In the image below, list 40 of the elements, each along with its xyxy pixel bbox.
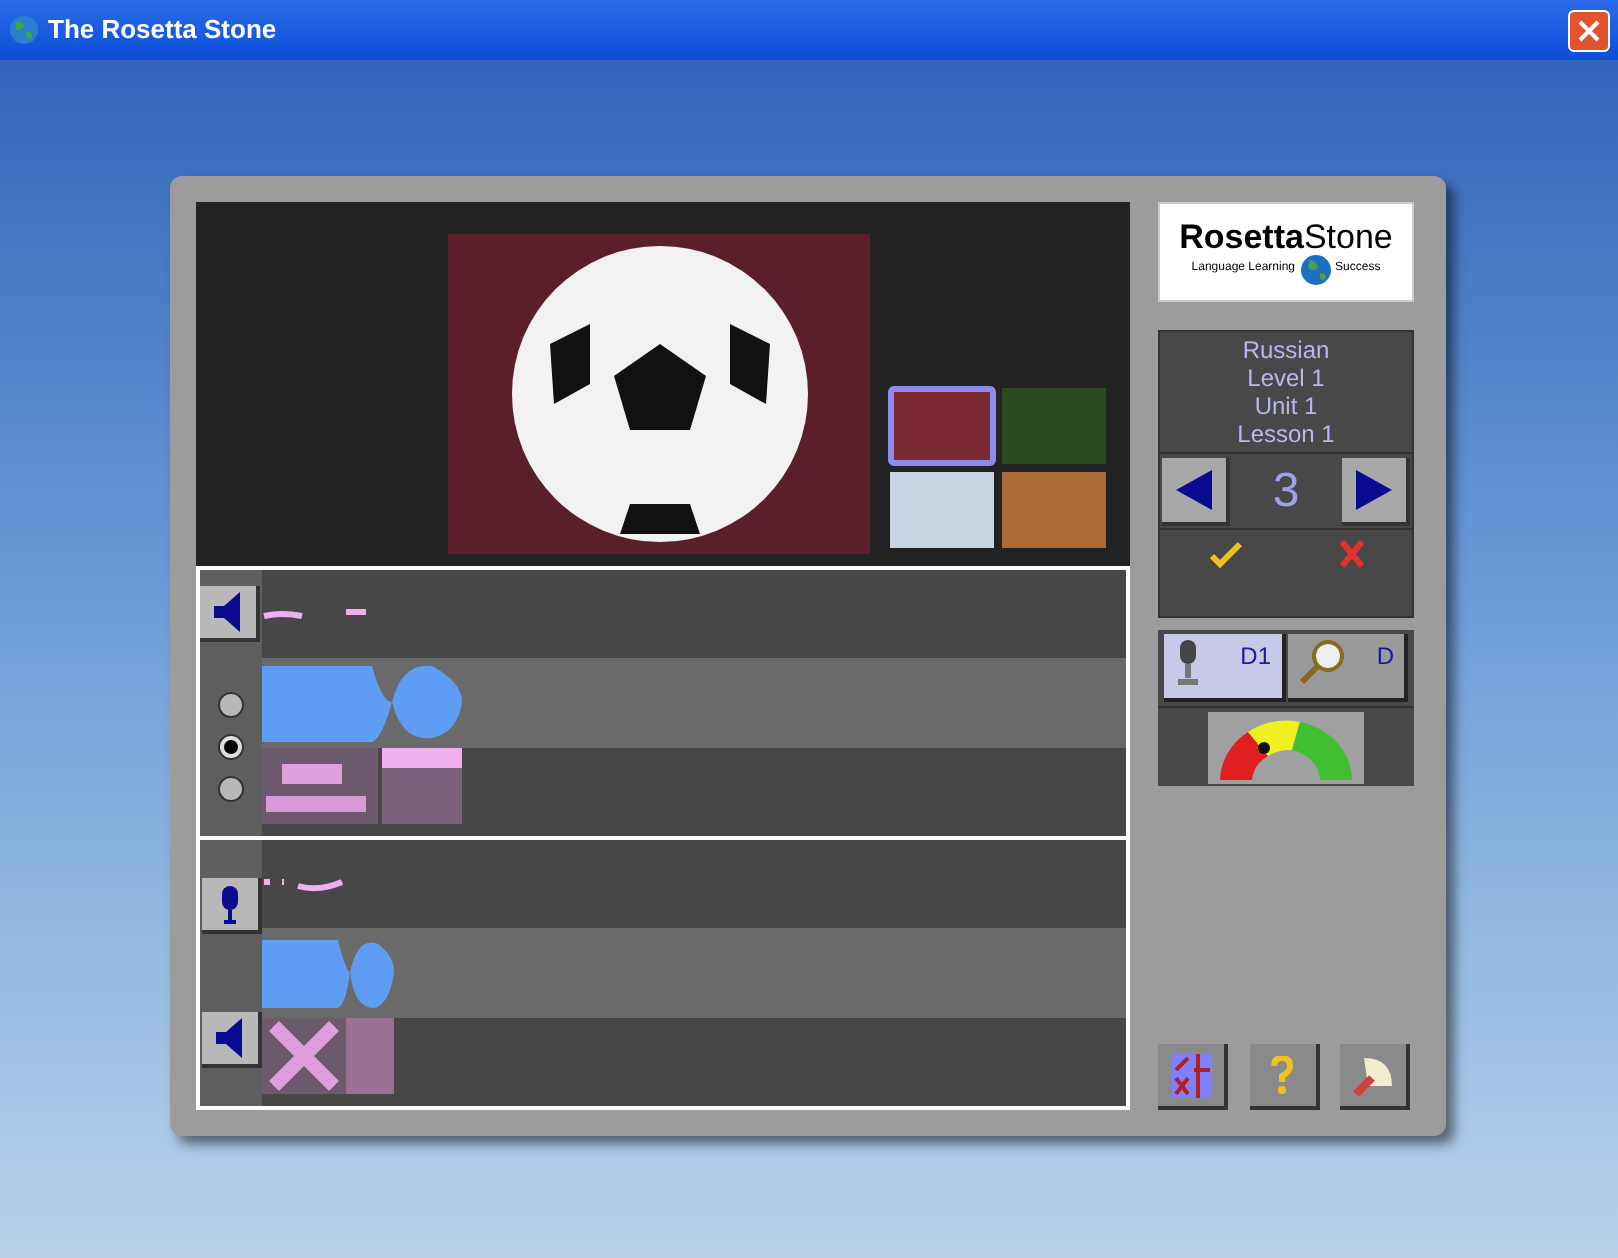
course-info-text: Russian (1242, 336, 1330, 364)
mode-button[interactable]: D1 (1164, 634, 1285, 702)
globe-icon (8, 14, 40, 46)
previous-button[interactable] (1162, 457, 1230, 525)
course-info-text: Lesson 1 (1237, 420, 1335, 448)
help-button[interactable] (1249, 1044, 1319, 1110)
microphone-icon (219, 884, 239, 925)
screen-number: 3 (1272, 461, 1300, 521)
radio-button[interactable] (218, 734, 244, 761)
close-icon (1578, 19, 1600, 41)
globe-icon (1299, 253, 1332, 285)
picture-choice[interactable] (888, 470, 996, 550)
right-arrow-icon (1355, 469, 1392, 509)
waveform-drawing (262, 936, 394, 1009)
magnifier-icon (1297, 638, 1345, 686)
exit-button[interactable] (1340, 1044, 1410, 1110)
course-info-text: Level 1 (1247, 364, 1325, 392)
window-title: The Rosetta Stone (48, 12, 277, 49)
logo-text: Stone (1303, 219, 1393, 253)
microphone-icon (1174, 638, 1202, 686)
spectrogram-drawing (262, 1017, 394, 1094)
speaker-icon (215, 1017, 243, 1058)
course-info-text: Unit 1 (1254, 392, 1318, 420)
radio-button[interactable] (218, 692, 244, 719)
close-button[interactable] (1568, 9, 1610, 51)
left-arrow-icon (1176, 469, 1212, 509)
pitch-curve-drawing (262, 876, 346, 893)
speaker-icon (214, 592, 242, 633)
check-icon (1209, 540, 1241, 568)
play-button[interactable] (201, 1011, 261, 1068)
toolbar-button[interactable] (1158, 1044, 1228, 1110)
grid-icon (1171, 1053, 1211, 1097)
logo-text: Rosetta (1179, 219, 1304, 253)
radio-button[interactable] (218, 776, 244, 803)
play-button[interactable] (200, 586, 260, 643)
mode-button[interactable]: D (1287, 634, 1408, 702)
next-button[interactable] (1341, 457, 1410, 525)
record-button[interactable] (201, 878, 261, 935)
cross-icon (1339, 540, 1363, 568)
question-mark-icon (1270, 1055, 1294, 1095)
